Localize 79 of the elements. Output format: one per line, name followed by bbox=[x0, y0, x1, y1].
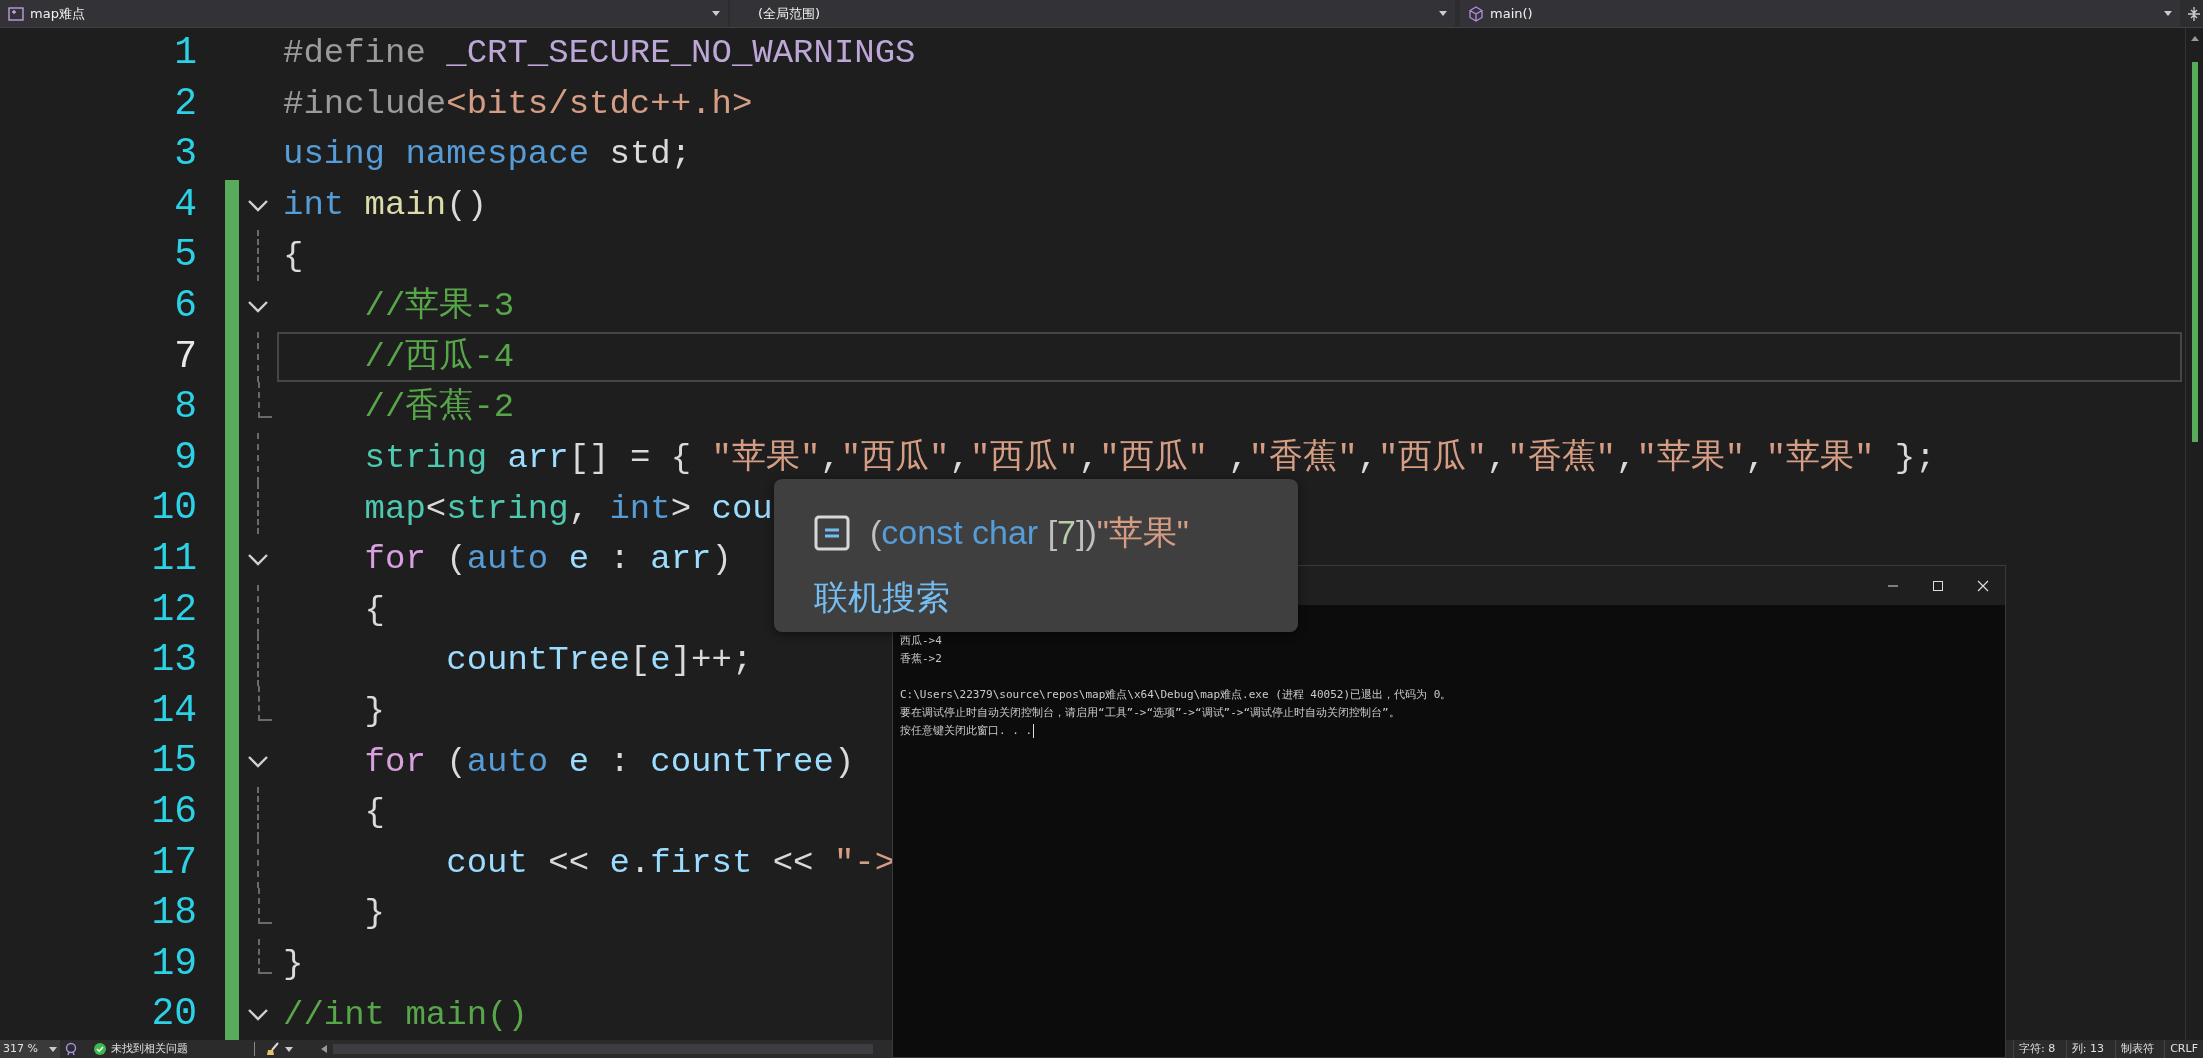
caret-icon bbox=[712, 11, 720, 16]
status-item[interactable]: 制表符 bbox=[2114, 1040, 2159, 1058]
project-icon bbox=[8, 6, 24, 21]
member-dropdown[interactable]: main() bbox=[1460, 0, 2180, 27]
code-line: int main() bbox=[283, 185, 488, 227]
code-line: string arr[] = { "苹果","西瓜","西瓜","西瓜" ,"香蕉","西瓜","香蕉","苹果","苹果" }; bbox=[363, 438, 1936, 480]
line-number: 11 bbox=[150, 535, 197, 582]
extension-icon[interactable] bbox=[64, 1042, 78, 1056]
split-icon[interactable] bbox=[2187, 5, 2201, 22]
line-number: 15 bbox=[150, 738, 197, 785]
code-line: { bbox=[283, 235, 304, 277]
line-number: 18 bbox=[150, 890, 197, 937]
chevron-icon[interactable] bbox=[247, 1008, 269, 1022]
code-line: { bbox=[363, 589, 386, 631]
line-number: 13 bbox=[150, 637, 197, 684]
code-line: } bbox=[363, 691, 386, 732]
code-line: for (auto e : arr) bbox=[363, 539, 732, 581]
line-number: 7 bbox=[173, 333, 197, 380]
console-output-line: 香蕉->2 bbox=[900, 651, 942, 667]
line-number: 9 bbox=[173, 434, 197, 481]
code-line: } bbox=[363, 893, 386, 935]
scroll-up-icon[interactable] bbox=[2189, 34, 2200, 42]
console-output-line: 西瓜->4 bbox=[900, 633, 942, 649]
code-line: for (auto e : countTree) bbox=[363, 741, 855, 783]
chevron-icon[interactable] bbox=[247, 299, 269, 313]
chevron-icon[interactable] bbox=[247, 198, 269, 212]
code-line: cout << e.first << "-> bbox=[445, 842, 896, 884]
line-number: 16 bbox=[150, 788, 197, 835]
status-item[interactable]: CRLF bbox=[2164, 1040, 2203, 1058]
code-line: #include<bits/stdc++.h> bbox=[283, 83, 753, 125]
code-line: //西瓜-4 bbox=[363, 336, 515, 378]
console-output-line: C:\Users\22379\source\repos\map难点\x64\Debug\map难点.exe (进程 40052)已退出，代码为 0。 bbox=[900, 687, 1452, 703]
caret-icon bbox=[1439, 11, 1447, 16]
caret-icon bbox=[2164, 11, 2172, 16]
cube-icon bbox=[1468, 5, 1484, 22]
line-number: 5 bbox=[173, 232, 197, 279]
code-line: } bbox=[283, 944, 304, 985]
line-number: 20 bbox=[150, 991, 197, 1038]
line-number: 3 bbox=[173, 131, 197, 178]
issues-status[interactable]: 未找到相关问题 bbox=[111, 1040, 188, 1058]
status-item[interactable]: 列: 13 bbox=[2065, 1040, 2109, 1058]
line-number: 1 bbox=[173, 30, 197, 76]
close-icon bbox=[1976, 579, 1989, 592]
cleanup-button[interactable] bbox=[265, 1042, 293, 1056]
line-number: 4 bbox=[173, 181, 197, 228]
search-online-link[interactable]: 联机搜索 bbox=[814, 572, 950, 623]
line-number: 2 bbox=[173, 80, 197, 127]
caret-icon bbox=[49, 1046, 57, 1052]
text-cursor bbox=[1033, 724, 1035, 738]
check-circle-icon bbox=[94, 1043, 106, 1055]
scroll-left-icon[interactable] bbox=[321, 1045, 327, 1053]
status-item[interactable]: 字符: 8 bbox=[2013, 1040, 2061, 1058]
code-line: using namespace std; bbox=[283, 134, 692, 176]
project-dropdown[interactable]: map难点 bbox=[0, 0, 728, 27]
scope-dropdown[interactable]: (全局范围) bbox=[730, 0, 1455, 27]
line-number: 12 bbox=[150, 586, 197, 633]
line-number: 14 bbox=[150, 687, 197, 734]
code-line: map<string, int> cou bbox=[363, 488, 773, 530]
field-icon bbox=[814, 514, 850, 551]
code-line: countTree[e]++; bbox=[445, 640, 753, 682]
line-number: 10 bbox=[150, 485, 197, 532]
maximize-icon bbox=[1931, 579, 1944, 592]
code-line: //苹果-3 bbox=[363, 286, 515, 328]
line-number: 17 bbox=[150, 839, 197, 886]
code-line: { bbox=[363, 792, 386, 834]
code-line: //香蕉-2 bbox=[363, 387, 515, 429]
code-line: #define _CRT_SECURE_NO_WARNINGS bbox=[283, 33, 916, 75]
chevron-icon[interactable] bbox=[247, 755, 269, 769]
console-output-line: 要在调试停止时自动关闭控制台，请启用“工具”->“选项”->“调试”->“调试停止时自动关闭控制台”。 bbox=[900, 705, 1400, 721]
line-number: 8 bbox=[173, 384, 197, 431]
chevron-icon[interactable] bbox=[247, 552, 269, 566]
caret-icon bbox=[285, 1046, 293, 1052]
code-line: //int main() bbox=[283, 994, 528, 1036]
console-output-line: 按任意键关闭此窗口. . . bbox=[900, 723, 1033, 739]
line-number: 19 bbox=[150, 940, 197, 987]
brush-icon bbox=[265, 1042, 281, 1056]
type-signature: (const char [7])"苹果" bbox=[870, 512, 1189, 553]
zoom-dropdown[interactable]: 317 % bbox=[0, 1040, 60, 1058]
line-number: 6 bbox=[173, 282, 197, 329]
